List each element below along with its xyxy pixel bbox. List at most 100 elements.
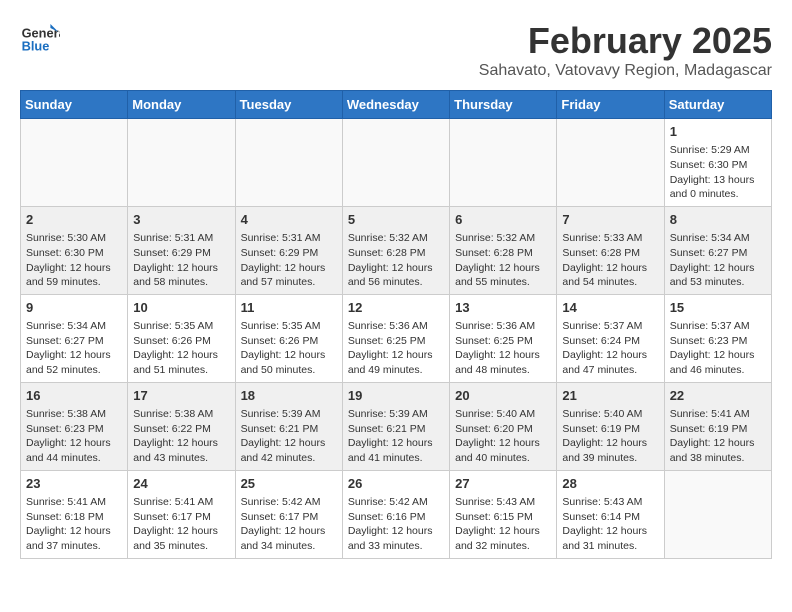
day-number: 20 [455, 387, 551, 405]
day-number: 1 [670, 123, 766, 141]
day-info: Sunrise: 5:32 AM Sunset: 6:28 PM Dayligh… [348, 231, 444, 290]
weekday-header-thursday: Thursday [450, 91, 557, 119]
day-number: 14 [562, 299, 658, 317]
day-info: Sunrise: 5:40 AM Sunset: 6:19 PM Dayligh… [562, 407, 658, 466]
day-info: Sunrise: 5:33 AM Sunset: 6:28 PM Dayligh… [562, 231, 658, 290]
day-info: Sunrise: 5:41 AM Sunset: 6:17 PM Dayligh… [133, 495, 229, 554]
day-info: Sunrise: 5:42 AM Sunset: 6:17 PM Dayligh… [241, 495, 337, 554]
calendar-cell: 28 Sunrise: 5:43 AM Sunset: 6:14 PM Dayli… [557, 470, 664, 558]
day-number: 17 [133, 387, 229, 405]
calendar-cell: 22 Sunrise: 5:41 AM Sunset: 6:19 PM Dayli… [664, 382, 771, 470]
logo: General Blue [20, 20, 64, 60]
calendar-cell: 6 Sunrise: 5:32 AM Sunset: 6:28 PM Daylig… [450, 206, 557, 294]
calendar-cell: 19Sunrise: 5:39 AM Sunset: 6:21 PM Dayli… [342, 382, 449, 470]
day-number: 19 [348, 387, 444, 405]
calendar-cell: 16 Sunrise: 5:38 AM Sunset: 6:23 PM Dayli… [21, 382, 128, 470]
calendar-cell: 11 Sunrise: 5:35 AM Sunset: 6:26 PM Dayli… [235, 294, 342, 382]
week-row-4: 16 Sunrise: 5:38 AM Sunset: 6:23 PM Dayli… [21, 382, 772, 470]
calendar-cell: 13 Sunrise: 5:36 AM Sunset: 6:25 PM Dayli… [450, 294, 557, 382]
calendar-cell: 15 Sunrise: 5:37 AM Sunset: 6:23 PM Dayli… [664, 294, 771, 382]
title-block: February 2025 Sahavato, Vatovavy Region,… [479, 20, 772, 80]
week-row-1: 1 Sunrise: 5:29 AM Sunset: 6:30 PM Daylig… [21, 119, 772, 207]
weekday-header-tuesday: Tuesday [235, 91, 342, 119]
calendar-cell: 17 Sunrise: 5:38 AM Sunset: 6:22 PM Dayli… [128, 382, 235, 470]
day-number: 27 [455, 475, 551, 493]
weekday-header-saturday: Saturday [664, 91, 771, 119]
calendar-cell: 4 Sunrise: 5:31 AM Sunset: 6:29 PM Daylig… [235, 206, 342, 294]
day-info: Sunrise: 5:35 AM Sunset: 6:26 PM Dayligh… [133, 319, 229, 378]
day-info: Sunrise: 5:35 AM Sunset: 6:26 PM Dayligh… [241, 319, 337, 378]
day-number: 7 [562, 211, 658, 229]
calendar-cell: 2 Sunrise: 5:30 AM Sunset: 6:30 PM Daylig… [21, 206, 128, 294]
day-info: Sunrise: 5:41 AM Sunset: 6:18 PM Dayligh… [26, 495, 122, 554]
calendar-cell: 23 Sunrise: 5:41 AM Sunset: 6:18 PM Dayli… [21, 470, 128, 558]
day-number: 22 [670, 387, 766, 405]
day-info: Sunrise: 5:36 AM Sunset: 6:25 PM Dayligh… [455, 319, 551, 378]
calendar-cell: 21 Sunrise: 5:40 AM Sunset: 6:19 PM Dayli… [557, 382, 664, 470]
day-number: 28 [562, 475, 658, 493]
logo-icon: General Blue [20, 20, 60, 60]
day-info: Sunrise: 5:31 AM Sunset: 6:29 PM Dayligh… [133, 231, 229, 290]
day-info: Sunrise: 5:40 AM Sunset: 6:20 PM Dayligh… [455, 407, 551, 466]
week-row-3: 9Sunrise: 5:34 AM Sunset: 6:27 PM Daylig… [21, 294, 772, 382]
day-info: Sunrise: 5:30 AM Sunset: 6:30 PM Dayligh… [26, 231, 122, 290]
day-number: 23 [26, 475, 122, 493]
calendar-cell: 27 Sunrise: 5:43 AM Sunset: 6:15 PM Dayli… [450, 470, 557, 558]
day-number: 26 [348, 475, 444, 493]
day-info: Sunrise: 5:37 AM Sunset: 6:24 PM Dayligh… [562, 319, 658, 378]
calendar-cell: 20 Sunrise: 5:40 AM Sunset: 6:20 PM Dayli… [450, 382, 557, 470]
calendar-cell: 7 Sunrise: 5:33 AM Sunset: 6:28 PM Daylig… [557, 206, 664, 294]
day-number: 13 [455, 299, 551, 317]
calendar-cell: 14 Sunrise: 5:37 AM Sunset: 6:24 PM Dayli… [557, 294, 664, 382]
calendar-cell: 26Sunrise: 5:42 AM Sunset: 6:16 PM Dayli… [342, 470, 449, 558]
svg-text:Blue: Blue [22, 38, 50, 53]
day-info: Sunrise: 5:38 AM Sunset: 6:22 PM Dayligh… [133, 407, 229, 466]
weekday-header-wednesday: Wednesday [342, 91, 449, 119]
day-info: Sunrise: 5:43 AM Sunset: 6:14 PM Dayligh… [562, 495, 658, 554]
day-number: 10 [133, 299, 229, 317]
week-row-2: 2 Sunrise: 5:30 AM Sunset: 6:30 PM Daylig… [21, 206, 772, 294]
week-row-5: 23 Sunrise: 5:41 AM Sunset: 6:18 PM Dayli… [21, 470, 772, 558]
day-number: 4 [241, 211, 337, 229]
day-number: 18 [241, 387, 337, 405]
day-number: 6 [455, 211, 551, 229]
calendar-cell: 12 Sunrise: 5:36 AM Sunset: 6:25 PM Dayli… [342, 294, 449, 382]
day-number: 16 [26, 387, 122, 405]
weekday-header-monday: Monday [128, 91, 235, 119]
day-number: 25 [241, 475, 337, 493]
day-info: Sunrise: 5:41 AM Sunset: 6:19 PM Dayligh… [670, 407, 766, 466]
calendar-cell [21, 119, 128, 207]
day-number: 15 [670, 299, 766, 317]
day-number: 5 [348, 211, 444, 229]
weekday-header-friday: Friday [557, 91, 664, 119]
day-info: Sunrise: 5:31 AM Sunset: 6:29 PM Dayligh… [241, 231, 337, 290]
calendar-cell: 8 Sunrise: 5:34 AM Sunset: 6:27 PM Daylig… [664, 206, 771, 294]
calendar-cell [235, 119, 342, 207]
calendar-cell [450, 119, 557, 207]
calendar-cell: 1 Sunrise: 5:29 AM Sunset: 6:30 PM Daylig… [664, 119, 771, 207]
day-number: 8 [670, 211, 766, 229]
calendar-cell [128, 119, 235, 207]
day-info: Sunrise: 5:36 AM Sunset: 6:25 PM Dayligh… [348, 319, 444, 378]
calendar-table: SundayMondayTuesdayWednesdayThursdayFrid… [20, 90, 772, 559]
day-number: 21 [562, 387, 658, 405]
day-number: 2 [26, 211, 122, 229]
day-info: Sunrise: 5:43 AM Sunset: 6:15 PM Dayligh… [455, 495, 551, 554]
calendar-cell: 10 Sunrise: 5:35 AM Sunset: 6:26 PM Dayli… [128, 294, 235, 382]
calendar-cell [342, 119, 449, 207]
calendar-cell: 3 Sunrise: 5:31 AM Sunset: 6:29 PM Daylig… [128, 206, 235, 294]
day-info: Sunrise: 5:34 AM Sunset: 6:27 PM Dayligh… [670, 231, 766, 290]
calendar-cell: 9Sunrise: 5:34 AM Sunset: 6:27 PM Daylig… [21, 294, 128, 382]
day-info: Sunrise: 5:29 AM Sunset: 6:30 PM Dayligh… [670, 143, 766, 202]
calendar-cell [664, 470, 771, 558]
calendar-cell [557, 119, 664, 207]
day-number: 12 [348, 299, 444, 317]
day-info: Sunrise: 5:32 AM Sunset: 6:28 PM Dayligh… [455, 231, 551, 290]
day-info: Sunrise: 5:37 AM Sunset: 6:23 PM Dayligh… [670, 319, 766, 378]
day-number: 11 [241, 299, 337, 317]
day-info: Sunrise: 5:38 AM Sunset: 6:23 PM Dayligh… [26, 407, 122, 466]
month-title: February 2025 [479, 20, 772, 62]
weekday-header-row: SundayMondayTuesdayWednesdayThursdayFrid… [21, 91, 772, 119]
day-number: 3 [133, 211, 229, 229]
header: General Blue February 2025 Sahavato, Vat… [20, 20, 772, 80]
